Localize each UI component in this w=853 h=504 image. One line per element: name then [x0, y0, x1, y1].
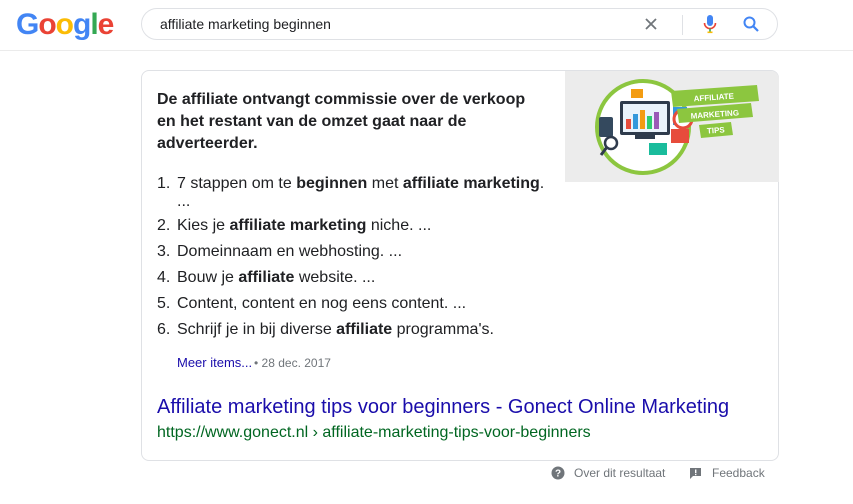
list-item-number: 3.: [157, 243, 171, 260]
list-item: 6. Schrijf je in bij diverse affiliate pr…: [157, 317, 557, 343]
list-item-number: 6.: [157, 321, 171, 338]
list-item: 4. Bouw je affiliate website. ...: [157, 265, 557, 291]
logo-letter: o: [55, 8, 74, 41]
highlighted-term: affiliate: [336, 321, 393, 338]
list-item-text: .: [539, 175, 545, 192]
list-item: 3. Domeinnaam en webhosting. ...: [157, 239, 557, 265]
highlighted-term: affiliate: [238, 269, 295, 286]
list-item-text: website. ...: [294, 269, 376, 286]
highlighted-term: affiliate marketing: [402, 175, 540, 192]
header: Google: [0, 0, 853, 51]
list-item: 5. Content, content en nog eens content. …: [157, 291, 557, 317]
list-item: 1. 7 stappen om te beginnen met affiliate…: [157, 171, 557, 197]
highlighted-term: beginnen: [296, 175, 368, 192]
list-item-text: met: [367, 175, 403, 192]
highlighted-term: affiliate marketing: [229, 217, 367, 234]
list-item-text: Content, content en nog eens content. ..…: [177, 295, 467, 312]
feedback-icon[interactable]: [689, 467, 702, 479]
snippet-footer: ? Over dit resultaat Feedback: [0, 464, 853, 484]
list-item-text: Schrijf je in bij diverse: [177, 321, 337, 338]
list-item-number: 2.: [157, 217, 171, 234]
logo-letter: G: [16, 8, 39, 41]
search-icon[interactable]: [742, 15, 760, 33]
list-item-number: 1.: [157, 175, 171, 192]
snippet-answer: De affiliate ontvangt commissie over de …: [157, 91, 526, 152]
google-logo[interactable]: Google: [16, 8, 115, 41]
list-item-number: 4.: [157, 269, 171, 286]
list-item-number: 5.: [157, 295, 171, 312]
close-icon[interactable]: [642, 15, 660, 33]
list-item-text: 7 stappen om te: [177, 175, 297, 192]
logo-letter: l: [90, 8, 98, 41]
list-item-text: Bouw je: [177, 269, 239, 286]
snippet-image[interactable]: AFFILIATE MARKETING TIPS: [565, 71, 779, 182]
result-title-link[interactable]: Affiliate marketing tips voor beginners …: [157, 396, 729, 419]
result-url: https://www.gonect.nl › affiliate-market…: [157, 424, 591, 441]
snippet-date: • 28 dec. 2017: [254, 356, 331, 370]
list-item-text: Kies je: [177, 217, 230, 234]
help-icon[interactable]: ?: [551, 466, 565, 480]
feedback-link[interactable]: Feedback: [712, 466, 765, 480]
svg-text:?: ?: [555, 469, 561, 480]
list-item-text: programma's.: [392, 321, 494, 338]
image-label: TIPS: [707, 125, 726, 135]
logo-letter: e: [97, 8, 115, 41]
list-item-text: Domeinnaam en webhosting. ...: [177, 243, 403, 260]
search-divider: [682, 15, 683, 35]
logo-letter: g: [73, 8, 91, 41]
search-input[interactable]: [160, 9, 630, 39]
search-box[interactable]: [141, 8, 778, 40]
list-item-text: niche. ...: [366, 217, 432, 234]
microphone-icon[interactable]: [702, 14, 718, 34]
list-item: 2. Kies je affiliate marketing niche. ...: [157, 213, 557, 239]
logo-letter: o: [38, 8, 56, 41]
more-items-link[interactable]: Meer items...: [177, 355, 252, 370]
about-result-link[interactable]: Over dit resultaat: [574, 466, 665, 480]
snippet-steps-list: 1. 7 stappen om te beginnen met affiliate…: [157, 171, 557, 343]
featured-snippet: De affiliate ontvangt commissie over de …: [141, 70, 779, 461]
